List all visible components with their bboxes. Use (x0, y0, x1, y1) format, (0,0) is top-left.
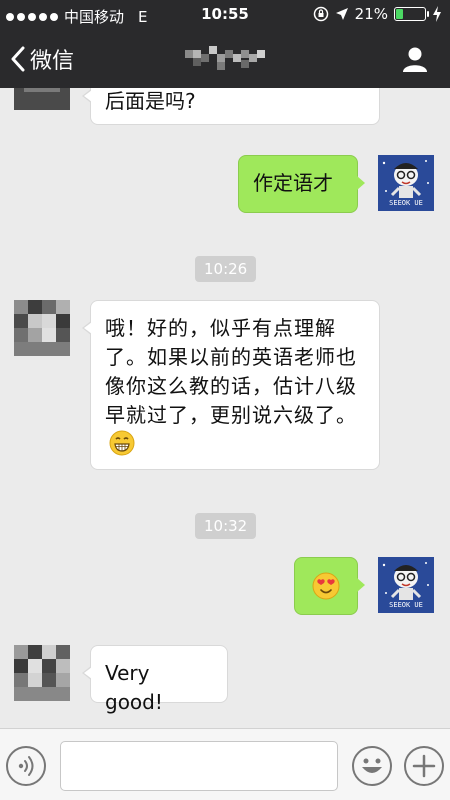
charging-bolt-icon (433, 6, 441, 22)
chevron-left-icon (11, 46, 25, 72)
person-icon (403, 47, 427, 72)
chat-area[interactable]: 后面是吗? 作定语才 SEEOK UE 10:26 哦！好的，似乎有点理解了。如… (0, 88, 450, 728)
back-label: 微信 (30, 49, 75, 74)
battery-icon (394, 7, 429, 21)
rotation-lock-icon (313, 6, 328, 22)
plus-icon (412, 754, 436, 778)
profile-button[interactable] (400, 44, 430, 74)
battery-percent: 21% (354, 5, 388, 23)
message-text: 作定语才 (253, 171, 333, 195)
chat-title-pixelated (185, 46, 267, 70)
time-badge: 10:32 (195, 513, 257, 539)
time-badge: 10:26 (195, 256, 257, 282)
grin-emoji-icon (109, 430, 135, 456)
message-text: 哦！好的，似乎有点理解了。如果以前的英语老师也像你这么教的话，估计八级早就过了，… (105, 316, 357, 427)
voice-icon (18, 756, 34, 776)
avatar[interactable] (14, 645, 70, 701)
nav-bar: 微信 (0, 30, 450, 88)
status-bar: 中国移动 E 10:55 21% (0, 0, 450, 30)
message-bubble[interactable]: 作定语才 (238, 155, 365, 213)
message-bubble[interactable]: 后面是吗? (82, 88, 380, 125)
smiley-icon (362, 758, 382, 773)
avatar[interactable] (14, 88, 70, 110)
voice-button[interactable] (6, 746, 46, 786)
message-text: Very good! (105, 661, 163, 714)
location-arrow-icon (335, 8, 348, 20)
emoji-button[interactable] (352, 746, 392, 786)
avatar[interactable] (14, 300, 70, 356)
message-bubble[interactable]: 哦！好的，似乎有点理解了。如果以前的英语老师也像你这么教的话，估计八级早就过了，… (82, 300, 380, 470)
message-bubble[interactable] (294, 557, 365, 615)
more-button[interactable] (404, 746, 444, 786)
avatar-caption: SEEOK UE (389, 601, 423, 609)
message-input[interactable] (60, 741, 338, 791)
message-bubble[interactable]: Very good! (82, 645, 228, 714)
input-bar (0, 728, 450, 800)
heart-eyes-emoji-icon (312, 572, 340, 600)
avatar-caption: SEEOK UE (389, 199, 423, 207)
status-right: 21% (313, 5, 442, 23)
avatar[interactable]: SEEOK UE (378, 557, 434, 613)
message-text: 后面是吗? (105, 89, 196, 113)
back-button[interactable]: 微信 (10, 43, 74, 75)
avatar[interactable]: SEEOK UE (378, 155, 434, 211)
